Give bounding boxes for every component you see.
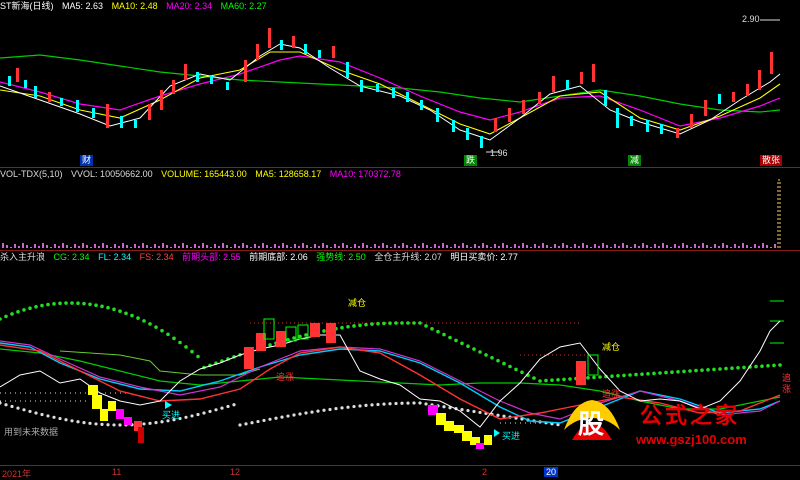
axis-baseline [0, 465, 800, 466]
marker-jian: 减 [628, 155, 642, 166]
axis-month-2: 2 [482, 467, 488, 477]
volume-panel: VOL-TDX(5,10) VVOL: 10050662.00 VOLUME: … [0, 168, 800, 250]
marker-sanzhang: 散张 [760, 155, 783, 166]
watermark-logo-char: 股 [578, 410, 605, 440]
label-buy-1: 买进 [162, 410, 181, 420]
watermark-url: www.gszj100.com [636, 432, 747, 447]
marker-die: 跌 [464, 155, 478, 166]
low-price-label: 1.96 [490, 148, 508, 158]
axis-day-20: 20 [544, 467, 559, 477]
future-data-note: 用到未来数据 [4, 427, 59, 437]
high-price-label: 2.90 [742, 14, 760, 24]
price-panel: ST新海(日线) MA5: 2.63 MA10: 2.48 MA20: 2.34… [0, 0, 800, 168]
label-reduce-2: 减仓 [602, 342, 621, 352]
label-reduce-1: 减仓 [348, 298, 367, 308]
volume-chart[interactable] [0, 168, 800, 250]
axis-month-12: 12 [230, 467, 241, 477]
label-chase-3: 追涨 [782, 373, 792, 394]
label-buy-2: 买进 [502, 431, 521, 441]
label-chase-1: 追涨 [276, 372, 295, 382]
axis-year: 2021年 [2, 469, 32, 479]
marker-cai: 财 [80, 155, 94, 166]
axis-month-11: 11 [112, 467, 122, 477]
watermark-text: 公式之家 [640, 404, 741, 429]
price-chart[interactable] [0, 0, 800, 168]
